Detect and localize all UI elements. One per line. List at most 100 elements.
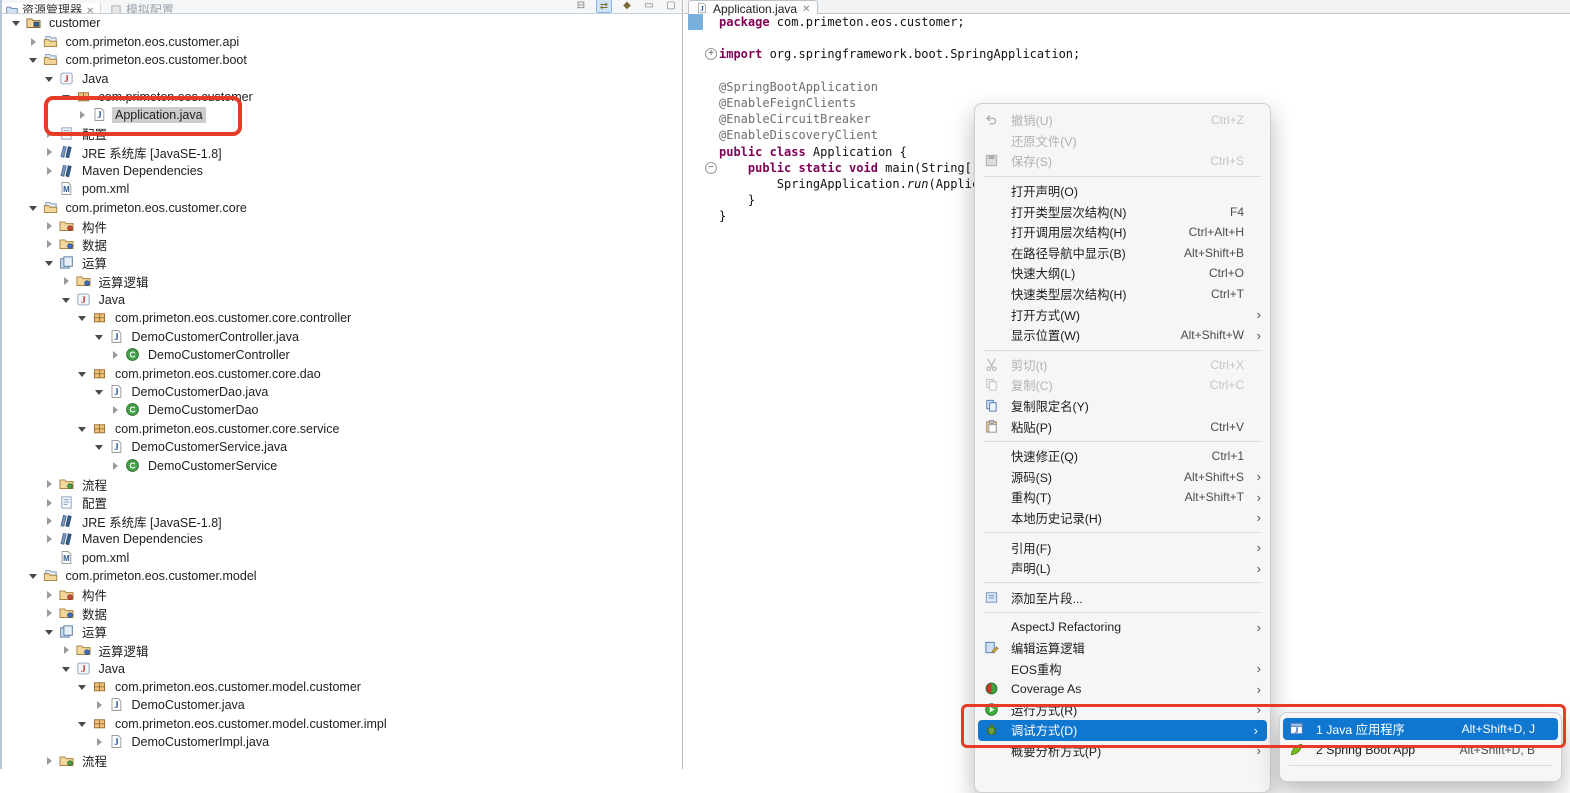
tree-item[interactable]: JDemoCustomerImpl.java xyxy=(2,733,682,751)
filter-icon[interactable]: ◆ xyxy=(620,0,634,11)
expand-chevron-icon[interactable] xyxy=(94,699,106,711)
expand-chevron-icon[interactable] xyxy=(28,36,40,48)
menu-item[interactable]: 重构(T)Alt+Shift+T› xyxy=(975,487,1270,508)
expand-chevron-icon[interactable] xyxy=(94,441,106,453)
expand-chevron-icon[interactable] xyxy=(44,478,56,490)
menu-item[interactable]: 快速类型层次结构(H)Ctrl+T xyxy=(975,284,1270,305)
expand-chevron-icon[interactable] xyxy=(44,533,56,545)
expand-chevron-icon[interactable] xyxy=(44,626,56,638)
menu-item[interactable]: 打开方式(W)› xyxy=(975,304,1270,325)
tree-item[interactable]: com.primeton.eos.customer.core xyxy=(2,198,682,216)
tree-item[interactable]: CDemoCustomerService xyxy=(2,457,682,475)
collapse-fold-icon[interactable]: − xyxy=(705,162,717,174)
tree-item[interactable]: 配置 xyxy=(2,125,682,143)
menu-item[interactable]: 显示位置(W)Alt+Shift+W› xyxy=(975,325,1270,346)
tab-simulation-config[interactable]: 模拟配置 xyxy=(106,3,180,14)
expand-chevron-icon[interactable] xyxy=(44,515,56,527)
tree-item[interactable]: Maven Dependencies xyxy=(2,162,682,180)
menu-item[interactable]: 剪切(t)Ctrl+X xyxy=(975,355,1270,376)
tree-item[interactable]: Maven Dependencies xyxy=(2,530,682,548)
expand-chevron-icon[interactable] xyxy=(44,128,56,140)
expand-chevron-icon[interactable] xyxy=(28,202,40,214)
menu-item[interactable]: 本地历史记录(H)› xyxy=(975,508,1270,529)
menu-item[interactable]: Coverage As› xyxy=(975,679,1270,700)
menu-item[interactable]: 编辑运算逻辑 xyxy=(975,638,1270,659)
minimize-icon[interactable]: ▭ xyxy=(642,0,656,11)
tree-item[interactable]: JDemoCustomerDao.java xyxy=(2,383,682,401)
expand-chevron-icon[interactable] xyxy=(61,275,73,287)
tree-item[interactable]: com.primeton.eos.customer.core.dao xyxy=(2,364,682,382)
expand-chevron-icon[interactable] xyxy=(44,73,56,85)
menu-item[interactable]: 2 Spring Boot AppAlt+Shift+D, B xyxy=(1280,740,1561,762)
tree-item[interactable]: 构件 xyxy=(2,217,682,235)
expand-chevron-icon[interactable] xyxy=(77,109,89,121)
expand-chevron-icon[interactable] xyxy=(44,257,56,269)
tree-item[interactable]: 运算 xyxy=(2,254,682,272)
tree-item[interactable]: com.primeton.eos.customer.core.service xyxy=(2,420,682,438)
expand-chevron-icon[interactable] xyxy=(44,165,56,177)
tree-item[interactable]: 运算逻辑 xyxy=(2,641,682,659)
menu-item[interactable]: J1 Java 应用程序Alt+Shift+D, J xyxy=(1283,718,1558,740)
expand-chevron-icon[interactable] xyxy=(77,368,89,380)
menu-item[interactable]: 复制(C)Ctrl+C xyxy=(975,375,1270,396)
tree-item[interactable]: 构件 xyxy=(2,586,682,604)
tree-item[interactable]: 数据 xyxy=(2,604,682,622)
menu-item[interactable]: 声明(L)› xyxy=(975,558,1270,579)
expand-chevron-icon[interactable] xyxy=(61,644,73,656)
menu-item[interactable]: 粘贴(P)Ctrl+V xyxy=(975,416,1270,437)
menu-item[interactable]: 快速大纲(L)Ctrl+O xyxy=(975,263,1270,284)
menu-item[interactable]: 添加至片段... xyxy=(975,587,1270,608)
expand-chevron-icon[interactable] xyxy=(77,718,89,730)
menu-item[interactable]: 打开调用层次结构(H)Ctrl+Alt+H xyxy=(975,222,1270,243)
expand-chevron-icon[interactable] xyxy=(44,607,56,619)
menu-item[interactable]: 复制限定名(Y) xyxy=(975,396,1270,417)
tree-item[interactable]: JApplication.java xyxy=(2,106,682,124)
tree-item[interactable]: JRE 系统库 [JavaSE-1.8] xyxy=(2,143,682,161)
expand-chevron-icon[interactable] xyxy=(110,460,122,472)
tree-item[interactable]: 运算逻辑 xyxy=(2,272,682,290)
tree-item[interactable]: Mpom.xml xyxy=(2,180,682,198)
expand-chevron-icon[interactable] xyxy=(44,589,56,601)
expand-chevron-icon[interactable] xyxy=(44,146,56,158)
menu-item[interactable]: 快速修正(Q)Ctrl+1 xyxy=(975,446,1270,467)
menu-item[interactable]: AspectJ Refactoring› xyxy=(975,617,1270,638)
tree-item[interactable]: 流程 xyxy=(2,475,682,493)
tab-resource-manager[interactable]: 资源管理器 ✕ xyxy=(2,3,101,14)
expand-chevron-icon[interactable] xyxy=(94,386,106,398)
tree-item[interactable]: JDemoCustomer.java xyxy=(2,696,682,714)
collapse-all-icon[interactable]: ⊟ xyxy=(574,0,588,11)
menu-item[interactable]: 打开类型层次结构(N)F4 xyxy=(975,201,1270,222)
expand-chevron-icon[interactable] xyxy=(61,663,73,675)
tree-item[interactable]: JDemoCustomerController.java xyxy=(2,327,682,345)
expand-chevron-icon[interactable] xyxy=(61,294,73,306)
tree-item[interactable]: com.primeton.eos.customer.model.customer xyxy=(2,678,682,696)
tree-item[interactable]: com.primeton.eos.customer.boot xyxy=(2,51,682,69)
expand-chevron-icon[interactable] xyxy=(44,755,56,767)
tree-item[interactable]: com.primeton.eos.customer.api xyxy=(2,32,682,50)
expand-chevron-icon[interactable] xyxy=(61,91,73,103)
expand-chevron-icon[interactable] xyxy=(110,349,122,361)
tree-item[interactable]: 运算 xyxy=(2,622,682,640)
tree-item[interactable]: com.primeton.eos.customer.core.controlle… xyxy=(2,309,682,327)
tree-item[interactable]: com.primeton.eos.customer.model.customer… xyxy=(2,715,682,733)
tree-item[interactable]: com.primeton.eos.customer xyxy=(2,88,682,106)
tree-item[interactable]: com.primeton.eos.customer.model xyxy=(2,567,682,585)
menu-item[interactable]: 源码(S)Alt+Shift+S› xyxy=(975,467,1270,488)
tree-item[interactable]: JRE 系统库 [JavaSE-1.8] xyxy=(2,512,682,530)
expand-chevron-icon[interactable] xyxy=(44,220,56,232)
menu-item[interactable]: 还原文件(V) xyxy=(975,131,1270,152)
expand-chevron-icon[interactable] xyxy=(28,54,40,66)
menu-item[interactable]: 引用(F)› xyxy=(975,537,1270,558)
tree-item[interactable]: JJava xyxy=(2,659,682,677)
menu-item[interactable]: 运行方式(R)› xyxy=(975,699,1270,720)
tree-item[interactable]: JJava xyxy=(2,69,682,87)
tree-item[interactable]: JJava xyxy=(2,291,682,309)
expand-chevron-icon[interactable] xyxy=(94,736,106,748)
tree-item[interactable]: Mpom.xml xyxy=(2,549,682,567)
expand-chevron-icon[interactable] xyxy=(110,404,122,416)
tree-item[interactable]: JDemoCustomerService.java xyxy=(2,438,682,456)
menu-item[interactable]: 撤销(U)Ctrl+Z xyxy=(975,110,1270,131)
close-icon[interactable]: ✕ xyxy=(86,6,94,14)
tree-item[interactable]: CDemoCustomerDao xyxy=(2,401,682,419)
tree-item[interactable]: CDemoCustomerController xyxy=(2,346,682,364)
